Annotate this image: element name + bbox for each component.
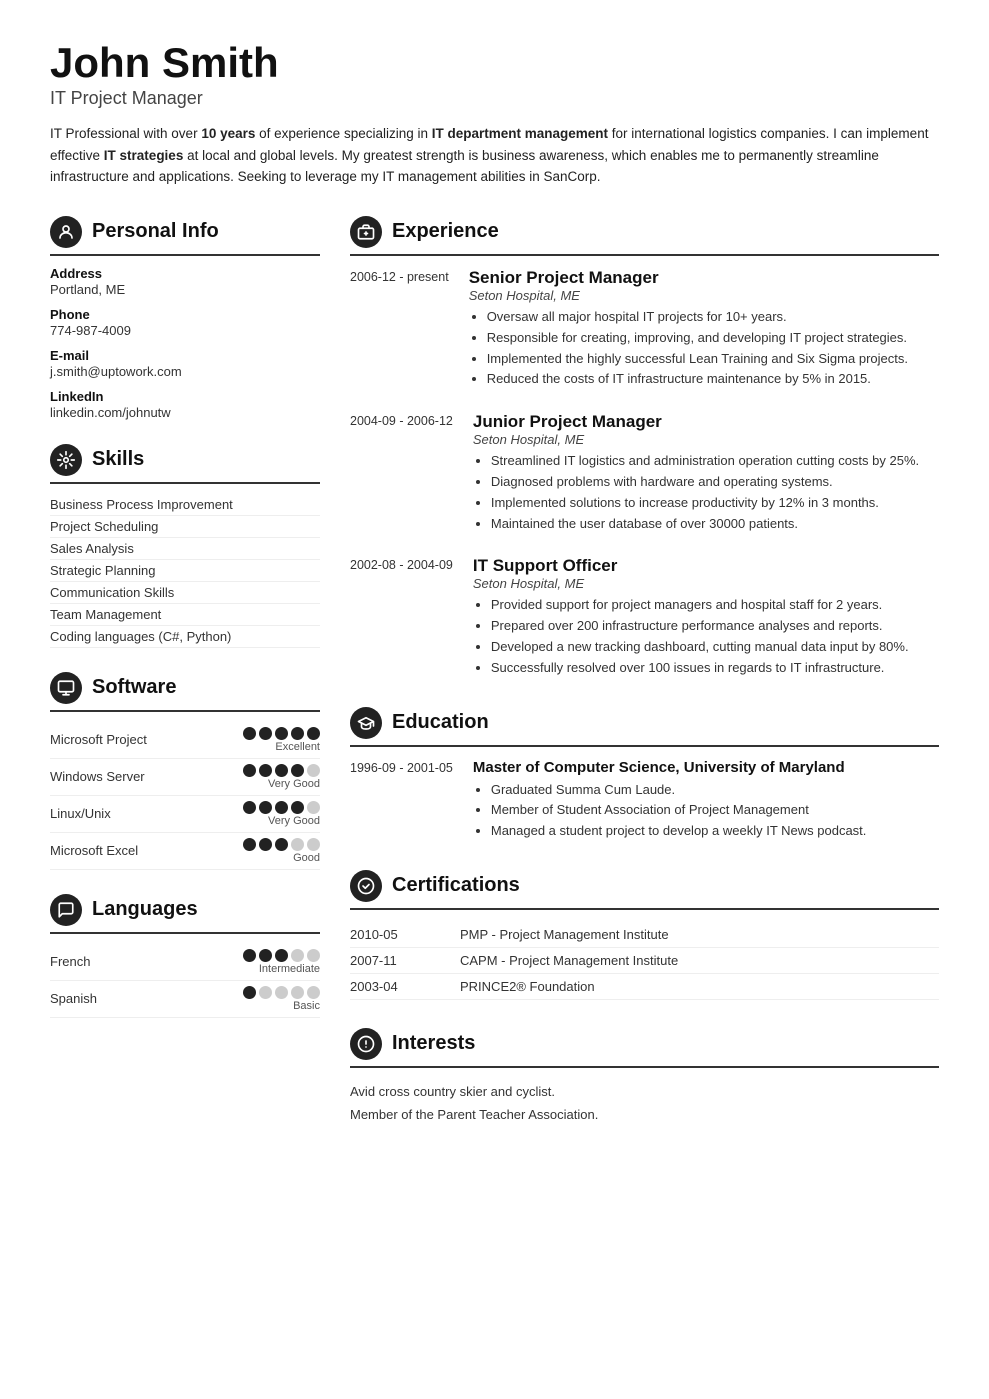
dot (243, 986, 256, 999)
exp-entry-1: 2006-12 - present Senior Project Manager… (350, 268, 939, 390)
interest-item-2: Member of the Parent Teacher Association… (350, 1103, 939, 1126)
experience-title: Experience (392, 220, 499, 243)
skill-item-5: Communication Skills (50, 582, 320, 604)
personal-info-email-label: E-mail (50, 348, 320, 363)
lang-dots-2 (243, 986, 320, 999)
dot (275, 986, 288, 999)
dot (243, 949, 256, 962)
certifications-title: Certifications (392, 874, 520, 897)
dot (291, 949, 304, 962)
software-dots-3 (243, 801, 320, 814)
personal-info-linkedin-value: linkedin.com/johnutw (50, 405, 320, 420)
certifications-section-header: Certifications (350, 870, 939, 910)
dot (243, 727, 256, 740)
candidate-name: John Smith (50, 40, 939, 86)
languages-title: Languages (92, 898, 198, 921)
dot (259, 727, 272, 740)
interests-section-header: Interests (350, 1028, 939, 1068)
dot (259, 838, 272, 851)
dot (243, 764, 256, 777)
candidate-title: IT Project Manager (50, 88, 939, 109)
dot (307, 838, 320, 851)
experience-icon (350, 216, 382, 248)
dot (275, 801, 288, 814)
dot (275, 838, 288, 851)
software-dots-4 (243, 838, 320, 851)
dot (307, 764, 320, 777)
dot (275, 764, 288, 777)
personal-info-address-value: Portland, ME (50, 282, 320, 297)
interests-title: Interests (392, 1032, 475, 1055)
dot (291, 764, 304, 777)
interest-item-1: Avid cross country skier and cyclist. (350, 1080, 939, 1103)
exp-entry-3: 2002-08 - 2004-09 IT Support Officer Set… (350, 556, 939, 678)
software-section-header: Software (50, 672, 320, 712)
cert-entry-2: 2007-11 CAPM - Project Management Instit… (350, 948, 939, 974)
exp-bullets-3: Provided support for project managers an… (473, 595, 939, 678)
certifications-icon (350, 870, 382, 902)
skill-item-4: Strategic Planning (50, 560, 320, 582)
education-icon (350, 707, 382, 739)
software-row-4: Microsoft Excel Good (50, 833, 320, 870)
personal-info-section-header: Personal Info (50, 216, 320, 256)
dot (291, 727, 304, 740)
skill-item-3: Sales Analysis (50, 538, 320, 560)
dot (307, 727, 320, 740)
exp-bullets-1: Oversaw all major hospital IT projects f… (469, 307, 939, 390)
software-row-2: Windows Server Very Good (50, 759, 320, 796)
lang-dots-1 (243, 949, 320, 962)
exp-bullets-2: Streamlined IT logistics and administrat… (473, 451, 939, 534)
software-row-3: Linux/Unix Very Good (50, 796, 320, 833)
skills-title: Skills (92, 448, 144, 471)
cert-entry-3: 2003-04 PRINCE2® Foundation (350, 974, 939, 1000)
personal-info-email-value: j.smith@uptowork.com (50, 364, 320, 379)
dot (259, 801, 272, 814)
personal-info-icon (50, 216, 82, 248)
software-dots-1 (243, 727, 320, 740)
experience-section-header: Experience (350, 216, 939, 256)
skill-item-2: Project Scheduling (50, 516, 320, 538)
software-row-1: Microsoft Project Excellent (50, 722, 320, 759)
skills-section-header: Skills (50, 444, 320, 484)
edu-entry-1: 1996-09 - 2001-05 Master of Computer Sci… (350, 759, 939, 842)
language-row-2: Spanish Basic (50, 981, 320, 1018)
skill-item-6: Team Management (50, 604, 320, 626)
dot (259, 986, 272, 999)
dot (243, 801, 256, 814)
personal-info-linkedin-label: LinkedIn (50, 389, 320, 404)
personal-info-phone-value: 774-987-4009 (50, 323, 320, 338)
skill-item-1: Business Process Improvement (50, 494, 320, 516)
dot (291, 986, 304, 999)
dot (259, 949, 272, 962)
summary-text: IT Professional with over 10 years of ex… (50, 123, 939, 188)
dot (307, 801, 320, 814)
dot (275, 727, 288, 740)
education-title: Education (392, 711, 489, 734)
personal-info-title: Personal Info (92, 220, 219, 243)
exp-entry-2: 2004-09 - 2006-12 Junior Project Manager… (350, 412, 939, 534)
dot (291, 838, 304, 851)
edu-bullets-1: Graduated Summa Cum Laude. Member of Stu… (473, 780, 939, 842)
languages-section-header: Languages (50, 894, 320, 934)
languages-icon (50, 894, 82, 926)
skill-item-7: Coding languages (C#, Python) (50, 626, 320, 648)
dot (307, 949, 320, 962)
dot (259, 764, 272, 777)
interests-icon (350, 1028, 382, 1060)
skills-icon (50, 444, 82, 476)
personal-info-address-label: Address (50, 266, 320, 281)
dot (291, 801, 304, 814)
dot (275, 949, 288, 962)
language-row-1: French Intermediate (50, 944, 320, 981)
dot (307, 986, 320, 999)
dot (243, 838, 256, 851)
software-title: Software (92, 676, 176, 699)
education-section-header: Education (350, 707, 939, 747)
cert-entry-1: 2010-05 PMP - Project Management Institu… (350, 922, 939, 948)
personal-info-phone-label: Phone (50, 307, 320, 322)
software-dots-2 (243, 764, 320, 777)
software-icon (50, 672, 82, 704)
